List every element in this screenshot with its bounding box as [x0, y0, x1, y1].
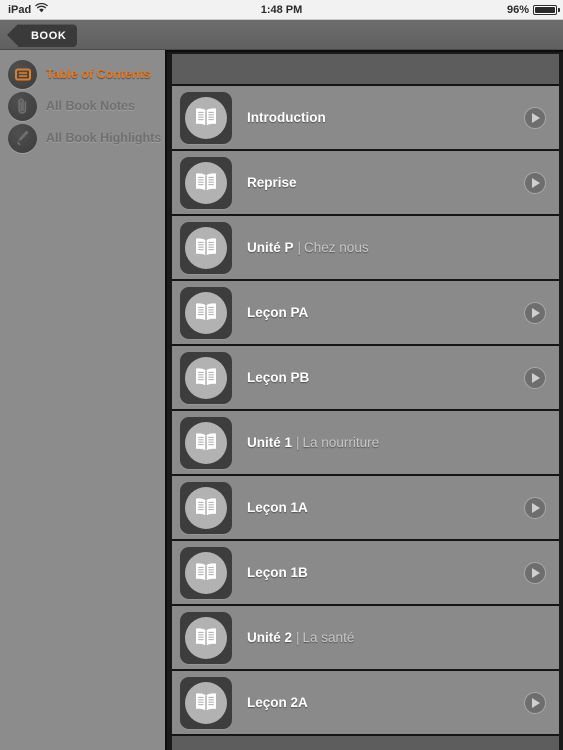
table-of-contents-row[interactable]: Leçon 1A: [172, 476, 559, 541]
row-subtitle: La nourriture: [302, 435, 380, 450]
row-thumbnail: [180, 611, 232, 664]
play-triangle-icon: [532, 112, 540, 123]
row-title-main: Reprise: [247, 175, 297, 190]
row-title: Unité 2 | La santé: [247, 630, 354, 645]
row-subtitle: La santé: [302, 630, 355, 645]
top-toolbar: BOOK: [0, 20, 563, 50]
table-of-contents-row[interactable]: Unité P | Chez nous: [172, 216, 559, 281]
table-of-contents-row[interactable]: Introduction: [172, 86, 559, 151]
row-title: Leçon 2A: [247, 695, 308, 710]
battery-percent: 96%: [506, 3, 529, 16]
list-rows: Introduction Reprise Unité P | Chez nous…: [172, 86, 559, 736]
row-thumbnail: [180, 676, 232, 729]
play-button[interactable]: [524, 106, 546, 129]
table-of-contents-row[interactable]: Unité 1 | La nourriture: [172, 411, 559, 476]
open-book-icon: [185, 161, 227, 204]
row-title: Reprise: [247, 175, 297, 190]
row-title-separator: |: [296, 630, 300, 645]
row-title-main: Leçon 1A: [247, 500, 308, 515]
back-to-book-button[interactable]: BOOK: [6, 24, 78, 47]
play-triangle-icon: [532, 697, 540, 708]
sidebar-item-all-book-notes[interactable]: All Book Notes: [0, 90, 165, 122]
sidebar-item-all-book-highlights[interactable]: All Book Highlights: [0, 122, 165, 154]
row-title-separator: |: [297, 240, 302, 255]
row-thumbnail: [180, 416, 232, 469]
row-title: Leçon PA: [247, 305, 308, 320]
play-triangle-icon: [532, 372, 540, 383]
row-title: Leçon PB: [247, 370, 309, 385]
table-of-contents-row[interactable]: Reprise: [172, 151, 559, 216]
table-of-contents-row[interactable]: Leçon 2A: [172, 671, 559, 736]
row-title: Unité 1 | La nourriture: [247, 435, 379, 450]
play-button[interactable]: [524, 496, 546, 519]
row-thumbnail: [180, 351, 232, 404]
table-of-contents-row[interactable]: Leçon 1B: [172, 541, 559, 606]
open-book-icon: [185, 291, 227, 334]
row-title-main: Leçon 1B: [247, 565, 308, 580]
play-button[interactable]: [524, 301, 546, 324]
row-title-main: Introduction: [247, 110, 326, 125]
play-triangle-icon: [532, 567, 540, 578]
book-icon: [8, 59, 37, 89]
status-bar-right: 96%: [506, 3, 560, 16]
row-thumbnail: [180, 481, 232, 534]
row-title: Leçon 1A: [247, 500, 308, 515]
row-thumbnail: [180, 286, 232, 339]
table-of-contents-list[interactable]: Introduction Reprise Unité P | Chez nous…: [172, 54, 559, 750]
open-book-icon: [185, 616, 227, 659]
play-button[interactable]: [524, 691, 546, 714]
list-header-strip: [172, 54, 559, 86]
paperclip-icon: [8, 91, 37, 121]
row-title-main: Leçon 2A: [247, 695, 308, 710]
row-title-main: Unité 1: [247, 435, 293, 450]
row-thumbnail: [180, 156, 232, 209]
sidebar: Table of Contents All Book Notes All Boo…: [0, 50, 165, 750]
battery-icon: [533, 4, 560, 15]
row-title-main: Unité 2: [247, 630, 293, 645]
sidebar-item-label: All Book Notes: [46, 99, 135, 113]
row-title-separator: |: [296, 435, 300, 450]
open-book-icon: [185, 421, 227, 464]
list-footer-strip: [172, 736, 559, 750]
row-thumbnail: [180, 546, 232, 599]
main-content: Table of Contents All Book Notes All Boo…: [0, 50, 563, 750]
status-bar-time: 1:48 PM: [260, 3, 303, 16]
play-button[interactable]: [524, 561, 546, 584]
row-title: Unité P | Chez nous: [247, 240, 369, 255]
open-book-icon: [185, 356, 227, 399]
row-subtitle: Chez nous: [304, 240, 369, 255]
row-title-main: Leçon PB: [247, 370, 310, 385]
table-of-contents-row[interactable]: Leçon PA: [172, 281, 559, 346]
table-of-contents-row[interactable]: Leçon PB: [172, 346, 559, 411]
play-triangle-icon: [532, 177, 540, 188]
open-book-icon: [185, 226, 227, 269]
play-triangle-icon: [532, 502, 540, 513]
open-book-icon: [185, 96, 227, 139]
status-bar: iPad 1:48 PM 96%: [0, 0, 563, 20]
highlighter-icon: [8, 123, 37, 153]
sidebar-item-label: All Book Highlights: [46, 131, 162, 145]
table-of-contents-row[interactable]: Unité 2 | La santé: [172, 606, 559, 671]
row-thumbnail: [180, 91, 232, 144]
row-title: Introduction: [247, 110, 326, 125]
row-title-main: Leçon PA: [247, 305, 309, 320]
open-book-icon: [185, 551, 227, 594]
open-book-icon: [185, 486, 227, 529]
sidebar-item-label: Table of Contents: [46, 67, 151, 81]
play-button[interactable]: [524, 171, 546, 194]
row-title: Leçon 1B: [247, 565, 308, 580]
sidebar-item-table-of-contents[interactable]: Table of Contents: [0, 58, 165, 90]
table-of-contents-panel: Introduction Reprise Unité P | Chez nous…: [165, 50, 563, 750]
open-book-icon: [185, 681, 227, 724]
row-title-main: Unité P: [247, 240, 294, 255]
row-thumbnail: [180, 221, 232, 274]
play-triangle-icon: [532, 307, 540, 318]
play-button[interactable]: [524, 366, 546, 389]
